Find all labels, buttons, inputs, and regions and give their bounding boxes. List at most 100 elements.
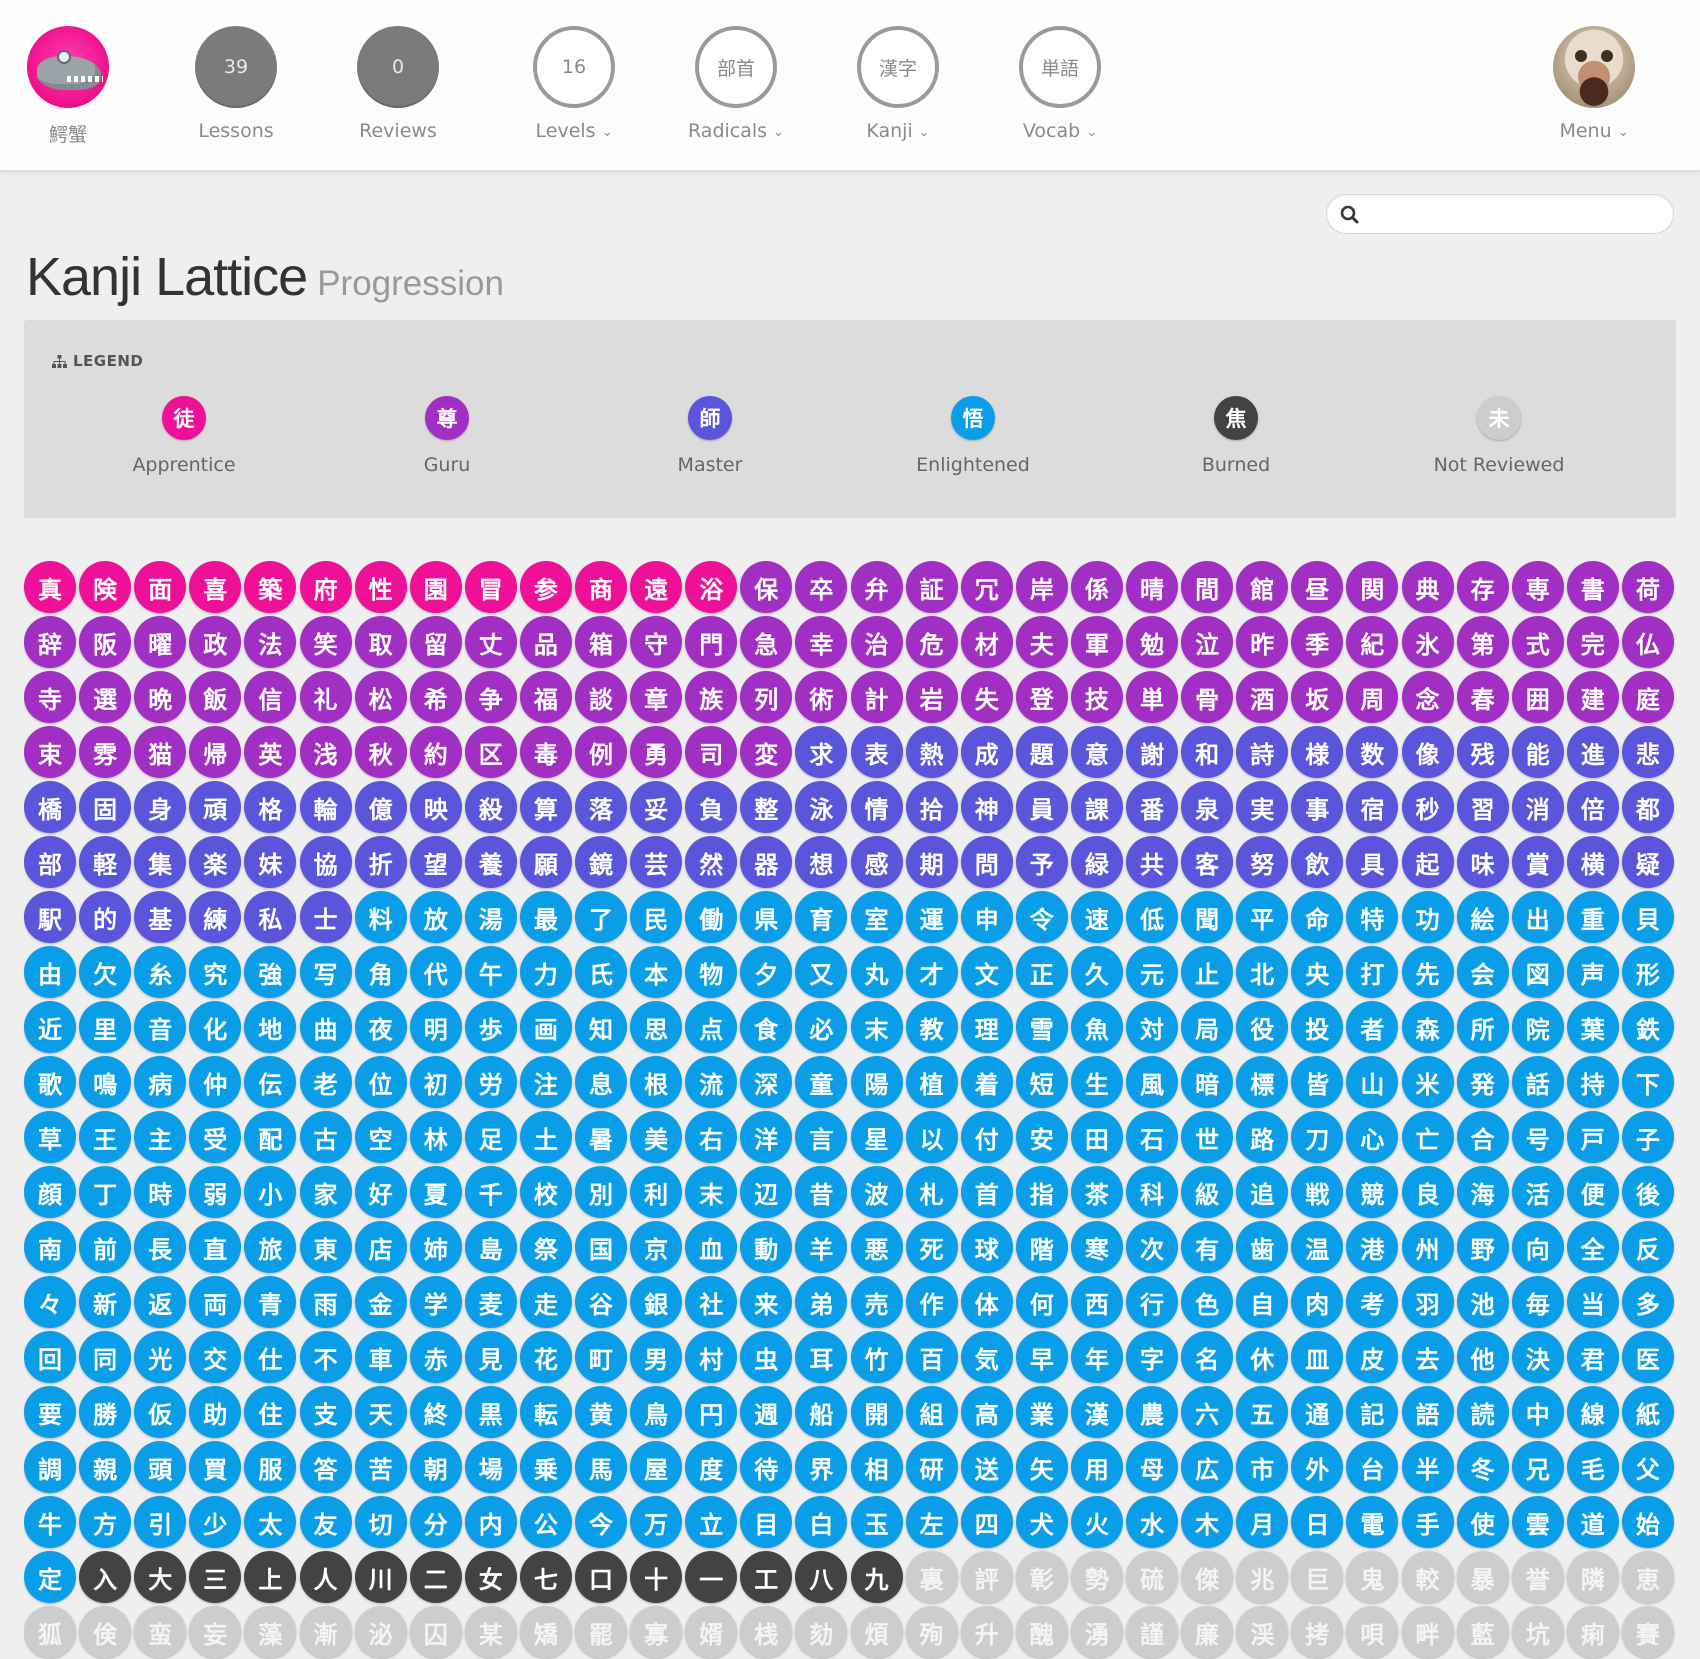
kanji-cell[interactable]: 魚 xyxy=(1070,1001,1123,1053)
kanji-cell[interactable]: 家 xyxy=(299,1166,352,1218)
kanji-cell[interactable]: 皿 xyxy=(1291,1331,1344,1383)
kanji-cell[interactable]: 体 xyxy=(960,1276,1013,1328)
kanji-cell[interactable]: 才 xyxy=(905,946,958,998)
kanji-cell[interactable]: 猫 xyxy=(134,726,187,778)
kanji-cell[interactable]: 海 xyxy=(1456,1166,1509,1218)
kanji-cell[interactable]: 悪 xyxy=(850,1221,903,1273)
kanji-cell[interactable]: 放 xyxy=(409,891,462,943)
radicals-dropdown[interactable]: 部首 Radicals ⌄ xyxy=(666,26,806,142)
kanji-cell[interactable]: 戸 xyxy=(1566,1111,1619,1163)
kanji-cell[interactable]: 社 xyxy=(685,1276,738,1328)
kanji-cell[interactable]: 号 xyxy=(1511,1111,1564,1163)
kanji-cell[interactable]: 友 xyxy=(299,1496,352,1548)
kanji-cell[interactable]: 馬 xyxy=(575,1441,627,1493)
kanji-cell[interactable]: 午 xyxy=(464,946,517,998)
kanji-cell[interactable]: 黄 xyxy=(575,1386,627,1438)
kanji-cell[interactable]: 法 xyxy=(244,616,297,668)
kanji-cell[interactable]: 父 xyxy=(1621,1441,1674,1493)
kanji-cell[interactable]: 泳 xyxy=(795,781,848,833)
kanji-cell[interactable]: 予 xyxy=(1015,836,1068,888)
kanji-cell[interactable]: 何 xyxy=(1015,1276,1068,1328)
kanji-cell[interactable]: 岩 xyxy=(905,671,958,723)
kanji-cell[interactable]: 道 xyxy=(1566,1496,1619,1548)
kanji-cell[interactable]: 老 xyxy=(299,1056,352,1108)
kanji-cell[interactable]: 殺 xyxy=(464,781,517,833)
kanji-cell[interactable]: 物 xyxy=(685,946,738,998)
kanji-cell[interactable]: 西 xyxy=(1070,1276,1123,1328)
kanji-cell[interactable]: 先 xyxy=(1401,946,1454,998)
kanji-cell[interactable]: 白 xyxy=(795,1496,848,1548)
kanji-cell[interactable]: 族 xyxy=(685,671,738,723)
kanji-cell[interactable]: 前 xyxy=(79,1221,132,1273)
kanji-cell[interactable]: 駅 xyxy=(24,891,76,943)
kanji-cell[interactable]: 十 xyxy=(630,1551,683,1603)
kanji-cell[interactable]: 農 xyxy=(1126,1386,1178,1438)
kanji-cell[interactable]: 山 xyxy=(1346,1056,1399,1108)
kanji-cell[interactable]: 辺 xyxy=(740,1166,793,1218)
kanji-cell[interactable]: 始 xyxy=(1621,1496,1674,1548)
kanji-cell[interactable]: 要 xyxy=(24,1386,76,1438)
kanji-cell[interactable]: 血 xyxy=(685,1221,738,1273)
kanji-cell[interactable]: 糸 xyxy=(134,946,187,998)
kanji-cell[interactable]: 五 xyxy=(1236,1386,1289,1438)
kanji-cell[interactable]: 辞 xyxy=(24,616,76,668)
kanji-cell[interactable]: 求 xyxy=(795,726,848,778)
kanji-cell[interactable]: 晴 xyxy=(1126,561,1178,613)
kanji-cell[interactable]: 疑 xyxy=(1621,836,1674,888)
kanji-cell[interactable]: 木 xyxy=(1181,1496,1234,1548)
kanji-cell[interactable]: 書 xyxy=(1566,561,1619,613)
kanji-cell[interactable]: 飲 xyxy=(1291,836,1344,888)
kanji-cell[interactable]: 足 xyxy=(464,1111,517,1163)
kanji-cell[interactable]: 秋 xyxy=(354,726,407,778)
kanji-cell[interactable]: 葉 xyxy=(1566,1001,1619,1053)
kanji-cell[interactable]: 欠 xyxy=(79,946,132,998)
kanji-cell[interactable]: 成 xyxy=(960,726,1013,778)
kanji-cell[interactable]: 係 xyxy=(1070,561,1123,613)
kanji-cell[interactable]: 民 xyxy=(630,891,683,943)
kanji-cell[interactable]: 漢 xyxy=(1070,1386,1123,1438)
kanji-cell[interactable]: 開 xyxy=(850,1386,903,1438)
kanji-cell[interactable]: 守 xyxy=(630,616,683,668)
kanji-cell[interactable]: 送 xyxy=(960,1441,1013,1493)
kanji-cell[interactable]: 線 xyxy=(1566,1386,1619,1438)
kanji-cell[interactable]: 矯 xyxy=(519,1606,572,1658)
kanji-cell[interactable]: 軍 xyxy=(1070,616,1123,668)
kanji-cell[interactable]: 声 xyxy=(1566,946,1619,998)
kanji-cell[interactable]: 美 xyxy=(630,1111,683,1163)
kanji-cell[interactable]: 回 xyxy=(24,1331,76,1383)
kanji-cell[interactable]: 光 xyxy=(134,1331,187,1383)
kanji-cell[interactable]: 公 xyxy=(519,1496,572,1548)
kanji-cell[interactable]: 裏 xyxy=(905,1551,958,1603)
kanji-cell[interactable]: 母 xyxy=(1126,1441,1178,1493)
kanji-cell[interactable]: 大 xyxy=(134,1551,187,1603)
kanji-cell[interactable]: 酒 xyxy=(1236,671,1289,723)
kanji-cell[interactable]: 客 xyxy=(1181,836,1234,888)
kanji-cell[interactable]: 鏡 xyxy=(575,836,627,888)
kanji-cell[interactable]: 礼 xyxy=(299,671,352,723)
kanji-cell[interactable]: 色 xyxy=(1181,1276,1234,1328)
kanji-cell[interactable]: 画 xyxy=(519,1001,572,1053)
kanji-cell[interactable]: 究 xyxy=(189,946,242,998)
kanji-cell[interactable]: 旅 xyxy=(244,1221,297,1273)
kanji-cell[interactable]: 仕 xyxy=(244,1331,297,1383)
kanji-cell[interactable]: 固 xyxy=(79,781,132,833)
kanji-cell[interactable]: 洋 xyxy=(740,1111,793,1163)
kanji-cell[interactable]: 帰 xyxy=(189,726,242,778)
kanji-cell[interactable]: 中 xyxy=(1511,1386,1564,1438)
kanji-cell[interactable]: 会 xyxy=(1456,946,1509,998)
kanji-cell[interactable]: 休 xyxy=(1236,1331,1289,1383)
kanji-cell[interactable]: 間 xyxy=(1181,561,1234,613)
kanji-cell[interactable]: 曲 xyxy=(299,1001,352,1053)
kanji-cell[interactable]: 兆 xyxy=(1236,1551,1289,1603)
kanji-cell[interactable]: 根 xyxy=(630,1056,683,1108)
kanji-cell[interactable]: 落 xyxy=(575,781,627,833)
kanji-cell[interactable]: 注 xyxy=(519,1056,572,1108)
kanji-cell[interactable]: 時 xyxy=(134,1166,187,1218)
kanji-cell[interactable]: 院 xyxy=(1511,1001,1564,1053)
kanji-cell[interactable]: 波 xyxy=(850,1166,903,1218)
kanji-cell[interactable]: 路 xyxy=(1236,1111,1289,1163)
kanji-cell[interactable]: 岸 xyxy=(1015,561,1068,613)
kanji-cell[interactable]: 名 xyxy=(1181,1331,1234,1383)
kanji-cell[interactable]: 松 xyxy=(354,671,407,723)
kanji-cell[interactable]: 課 xyxy=(1070,781,1123,833)
